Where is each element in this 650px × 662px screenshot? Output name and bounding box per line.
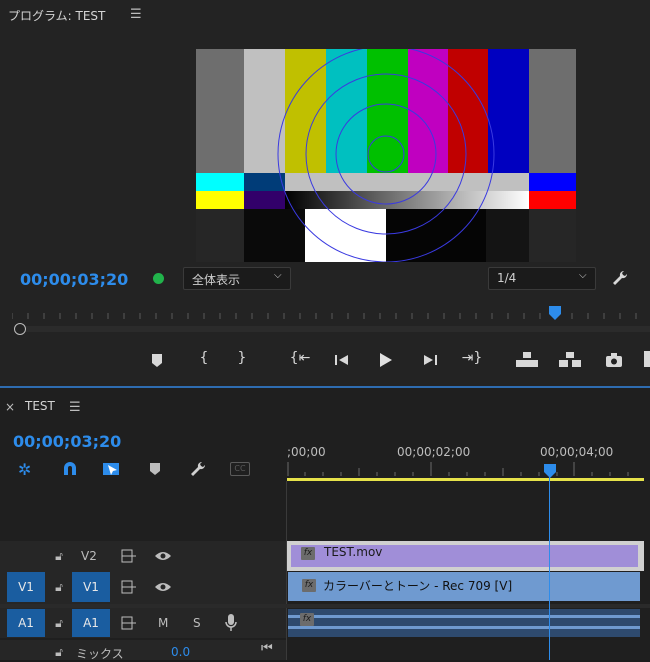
v1-clip[interactable]: fx カラーバーとトーン - Rec 709 [V] (288, 572, 640, 601)
linked-selection-icon[interactable] (102, 460, 120, 478)
eye-icon[interactable] (154, 581, 172, 593)
lock-icon[interactable]: 🔓︎ (52, 616, 66, 631)
source-patch-a1[interactable]: A1 (7, 609, 45, 637)
source-patch-v1[interactable]: V1 (7, 572, 45, 602)
snap-icon[interactable] (62, 461, 78, 477)
panel-title: プログラム: TEST (8, 9, 106, 23)
v2-clip[interactable]: fx TEST.mov (291, 545, 638, 567)
track-header-v2 (0, 541, 286, 571)
nest-sequence-icon[interactable]: ✲ (18, 460, 31, 479)
clip-name: TEST.mov (324, 545, 383, 559)
zoom-level-dropdown[interactable]: 全体表示 ⌵ (183, 267, 291, 290)
mix-volume-value[interactable]: 0.0 (171, 645, 190, 659)
lock-icon[interactable]: 🔓︎ (52, 549, 66, 564)
timeline-panel: × TEST ☰ 00;00;03;20 ✲ CC ;00;00 00;00;0… (0, 388, 650, 661)
a1-clip[interactable]: fx (288, 609, 640, 637)
extract-icon[interactable] (558, 351, 582, 369)
captions-icon[interactable]: CC (230, 462, 250, 476)
ruler-label: ;00;00 (287, 445, 326, 459)
track-target-a1[interactable]: A1 (72, 609, 110, 637)
program-monitor-panel: プログラム: TEST ☰ 00;00;03;20 全体表示 ⌵ 1/4 ⌵ {… (0, 0, 650, 386)
timeline-ruler[interactable] (287, 462, 650, 478)
solo-button[interactable]: S (193, 616, 201, 630)
clip-name: カラーバーとトーン - Rec 709 [V] (323, 579, 513, 593)
camera-icon[interactable] (604, 351, 624, 369)
wrench-icon[interactable] (189, 460, 207, 478)
playhead-marker[interactable] (547, 305, 563, 321)
wrench-icon[interactable] (610, 268, 630, 288)
ruler-label: 00;00;04;00 (540, 445, 614, 459)
sequence-tab[interactable]: TEST (25, 399, 55, 413)
panel-menu-icon[interactable]: ☰ (130, 7, 142, 22)
timeline-timecode[interactable]: 00;00;03;20 (13, 432, 121, 451)
go-to-edit-icon[interactable]: ⏮︎ (261, 641, 273, 656)
work-area-bar[interactable] (287, 478, 644, 481)
add-marker-icon[interactable] (149, 352, 165, 368)
play-icon[interactable] (376, 351, 394, 369)
track-label-v2[interactable]: V2 (81, 549, 97, 563)
chevron-down-icon: ⌵ (579, 270, 587, 281)
add-marker-icon[interactable] (148, 462, 162, 476)
status-dot-icon (153, 273, 164, 284)
mute-button[interactable]: M (158, 616, 168, 630)
eye-icon[interactable] (154, 550, 172, 562)
ruler-label: 00;00;02;00 (397, 445, 471, 459)
fx-badge: fx (302, 579, 316, 592)
timeline-playhead-marker[interactable] (542, 463, 558, 479)
program-timecode[interactable]: 00;00;03;20 (20, 270, 128, 289)
lift-icon[interactable] (515, 351, 539, 369)
playhead-line[interactable] (549, 476, 550, 660)
lock-icon[interactable]: 🔓︎ (52, 580, 66, 595)
close-tab-icon[interactable]: × (5, 400, 15, 414)
toggle-sync-icon[interactable] (121, 549, 137, 563)
go-to-in-icon[interactable]: {⇤ (289, 350, 311, 366)
circle-overlay-graphic (277, 49, 495, 262)
track-header-mix (0, 640, 286, 660)
step-forward-icon[interactable] (421, 352, 439, 368)
panel-menu-icon[interactable]: ☰ (69, 400, 81, 415)
resolution-dropdown[interactable]: 1/4 ⌵ (488, 267, 596, 290)
go-to-out-icon[interactable]: ⇥} (461, 350, 483, 366)
chevron-down-icon: ⌵ (274, 270, 282, 281)
step-back-icon[interactable] (333, 352, 351, 368)
mark-in-icon[interactable]: { (196, 350, 212, 366)
toggle-sync-icon[interactable] (121, 580, 137, 594)
lock-icon[interactable]: 🔓︎ (52, 645, 66, 660)
microphone-icon[interactable] (224, 613, 238, 633)
toggle-sync-icon[interactable] (121, 616, 137, 630)
mark-out-icon[interactable]: } (234, 350, 250, 366)
mix-label: ミックス (76, 647, 124, 661)
resolution-value: 1/4 (497, 271, 517, 285)
zoom-scrollbar-handle[interactable] (14, 323, 26, 335)
fx-badge: fx (301, 547, 315, 560)
track-target-v1[interactable]: V1 (72, 572, 110, 602)
zoom-scrollbar[interactable] (14, 326, 650, 332)
zoom-level-value: 全体表示 (192, 273, 241, 287)
fx-badge: fx (300, 613, 314, 626)
button-editor-icon[interactable] (644, 351, 650, 367)
video-preview (196, 49, 576, 262)
